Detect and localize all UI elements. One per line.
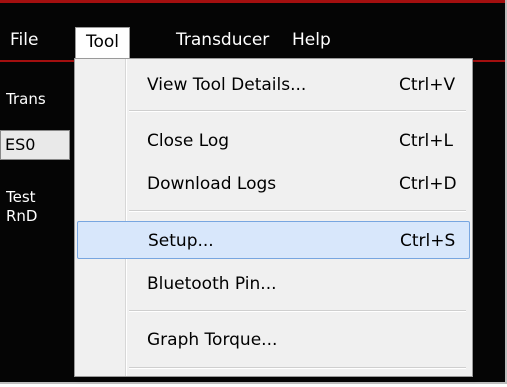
menu-item-label: Setup... xyxy=(148,231,214,251)
menu-item-label: Close Log xyxy=(147,131,230,151)
menu-bar: File Tool Transducer Help xyxy=(0,20,505,59)
tool-menu-dropdown: View Tool Details... Ctrl+V Close Log Ct… xyxy=(74,58,473,377)
menu-item-bluetooth-pin[interactable]: Bluetooth Pin... xyxy=(77,265,470,303)
menu-item-setup[interactable]: Setup... Ctrl+S xyxy=(77,221,470,259)
menu-item-shortcut: Ctrl+L xyxy=(399,131,453,151)
menu-item-graph-torque[interactable]: Graph Torque... xyxy=(77,321,470,359)
app-window: File Tool Transducer Help Trans ES0 Test… xyxy=(0,0,507,384)
rnd-label: RnD xyxy=(6,207,38,225)
menu-item-view-tool-details[interactable]: View Tool Details... Ctrl+V xyxy=(77,66,470,104)
transducer-label: Trans xyxy=(6,90,46,108)
menu-separator xyxy=(129,210,466,212)
menu-file[interactable]: File xyxy=(0,26,48,54)
menu-item-shortcut: Ctrl+D xyxy=(399,174,457,194)
test-label: Test xyxy=(6,188,36,206)
menu-item-label: View Tool Details... xyxy=(147,75,307,95)
transducer-combo[interactable]: ES0 xyxy=(0,130,70,160)
menu-tool[interactable]: Tool xyxy=(75,27,131,59)
menu-separator xyxy=(129,367,466,369)
menu-help[interactable]: Help xyxy=(282,26,341,54)
menu-item-label: Graph Torque... xyxy=(147,330,278,350)
menu-separator xyxy=(129,310,466,312)
menu-item-label: Bluetooth Pin... xyxy=(147,274,277,294)
menu-transducer[interactable]: Transducer xyxy=(166,26,279,54)
window-top-accent xyxy=(0,0,505,3)
menu-item-download-logs[interactable]: Download Logs Ctrl+D xyxy=(77,165,470,203)
menu-item-close-log[interactable]: Close Log Ctrl+L xyxy=(77,122,470,160)
menu-item-shortcut: Ctrl+V xyxy=(399,75,456,95)
menu-separator xyxy=(129,110,466,112)
menu-item-shortcut: Ctrl+S xyxy=(400,231,456,251)
menu-item-label: Download Logs xyxy=(147,174,277,194)
